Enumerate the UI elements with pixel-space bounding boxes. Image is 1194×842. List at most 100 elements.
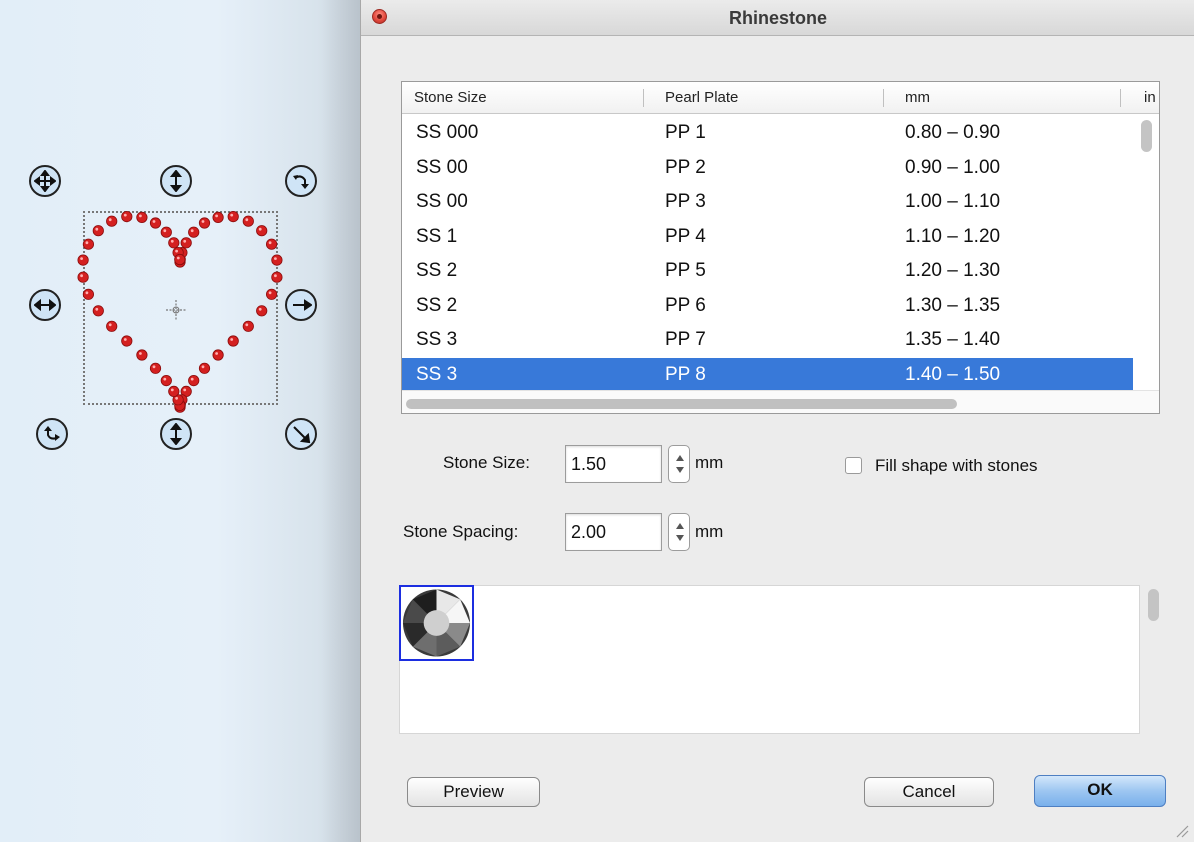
table-horizontal-scrollbar[interactable] xyxy=(406,399,957,409)
rhinestone-dot xyxy=(242,320,254,332)
stepper-up-icon[interactable] xyxy=(676,523,684,529)
rhinestone-dot xyxy=(82,238,94,250)
rhinestone-dot xyxy=(92,305,104,317)
stone-shape-tile-selected[interactable] xyxy=(399,585,474,661)
stretch-bottom-icon[interactable] xyxy=(160,418,192,450)
rhinestone-dialog: Rhinestone Stone Size Pearl Plate mm in … xyxy=(360,0,1194,842)
stone-spacing-label: Stone Spacing: xyxy=(403,522,519,541)
rhinestone-highlight xyxy=(108,218,112,222)
rhinestone-dot xyxy=(77,271,89,283)
rhinestone-dot xyxy=(92,225,104,237)
cell-stone-size: SS 00 xyxy=(416,191,468,212)
rhinestone-dot xyxy=(188,226,200,238)
cell-pearl-plate: PP 2 xyxy=(665,156,706,178)
rhinestone-highlight xyxy=(258,227,262,231)
preview-button[interactable]: Preview xyxy=(407,777,540,807)
rhinestone-highlight xyxy=(183,388,187,392)
stone-size-stepper[interactable] xyxy=(668,445,690,483)
stone-size-table[interactable]: Stone Size Pearl Plate mm in SS 000 PP 1 0… xyxy=(401,81,1160,414)
table-row[interactable]: SS 2 PP 5 1.20 – 1.30 xyxy=(402,254,1133,288)
column-divider[interactable] xyxy=(883,89,884,107)
rhinestone-dot xyxy=(227,211,239,223)
table-vertical-scrollbar[interactable] xyxy=(1141,120,1152,152)
rhinestone-dot xyxy=(160,375,172,387)
column-header-pearl-plate[interactable]: Pearl Plate xyxy=(665,82,738,114)
rotate-bottom-left-icon[interactable] xyxy=(36,418,68,450)
cell-stone-size: SS 3 xyxy=(416,329,458,350)
rhinestone-highlight xyxy=(245,218,249,222)
cell-mm: 1.40 – 1.50 xyxy=(905,363,1001,385)
stepper-down-icon[interactable] xyxy=(676,467,684,473)
cell-mm: 1.30 – 1.35 xyxy=(905,294,1001,316)
stone-spacing-stepper[interactable] xyxy=(668,513,690,551)
rhinestone-dot xyxy=(136,349,148,361)
cancel-button[interactable]: Cancel xyxy=(864,777,994,807)
rhinestone-dot xyxy=(271,271,283,283)
rhinestone-highlight xyxy=(175,396,178,400)
cell-stone-size: SS 1 xyxy=(416,225,458,247)
rhinestone-highlight xyxy=(95,307,99,311)
palette-vertical-scrollbar[interactable] xyxy=(1148,589,1159,621)
cell-stone-size: SS 2 xyxy=(416,260,458,281)
cell-pearl-plate: PP 1 xyxy=(665,122,706,143)
rhinestone-dot xyxy=(271,254,283,266)
table-row[interactable]: SS 3 PP 7 1.35 – 1.40 xyxy=(402,323,1133,357)
scale-diagonal-icon[interactable] xyxy=(285,418,317,450)
faceted-stone-icon xyxy=(402,589,471,657)
stone-size-label: Stone Size: xyxy=(443,453,530,472)
stone-spacing-input[interactable]: 2.00 xyxy=(565,513,662,551)
rhinestone-highlight xyxy=(108,323,112,327)
column-divider[interactable] xyxy=(643,89,644,107)
title-bar: Rhinestone xyxy=(361,0,1194,36)
rhinestone-dot xyxy=(256,225,268,237)
rhinestone-highlight xyxy=(176,256,180,260)
stone-shape-palette[interactable] xyxy=(399,585,1140,734)
cell-mm: 0.90 – 1.00 xyxy=(905,156,1001,178)
table-row[interactable]: SS 00 PP 3 1.00 – 1.10 xyxy=(402,185,1133,219)
resize-grip-icon[interactable] xyxy=(1173,822,1189,838)
stretch-top-icon[interactable] xyxy=(160,165,192,197)
rhinestone-highlight xyxy=(152,365,156,369)
rhinestone-dot xyxy=(149,362,162,374)
rhinestone-highlight xyxy=(175,249,178,253)
rhinestone-highlight xyxy=(215,214,219,218)
rhinestone-dot xyxy=(227,335,239,347)
fill-shape-label[interactable]: Fill shape with stones xyxy=(875,456,1038,476)
table-row[interactable]: SS 2 PP 6 1.30 – 1.35 xyxy=(402,289,1133,323)
cell-pearl-plate: PP 3 xyxy=(665,191,706,212)
table-row[interactable]: SS 3 PP 8 1.40 – 1.50 xyxy=(402,357,1133,392)
table-row[interactable]: SS 00 PP 2 0.90 – 1.00 xyxy=(402,151,1133,185)
stone-size-input[interactable]: 1.50 xyxy=(565,445,662,483)
rhinestone-highlight xyxy=(80,274,83,278)
rhinestone-highlight xyxy=(152,220,156,223)
rhinestone-highlight xyxy=(85,241,89,245)
rhinestone-highlight xyxy=(163,229,167,233)
table-row[interactable]: SS 000 PP 1 0.80 – 0.90 xyxy=(402,116,1133,150)
stone-spacing-unit: mm xyxy=(695,522,724,541)
rhinestone-dot xyxy=(106,320,118,332)
column-divider[interactable] xyxy=(1120,89,1121,107)
stepper-up-icon[interactable] xyxy=(676,455,684,461)
move-handle-icon[interactable] xyxy=(29,165,61,197)
cell-stone-size: SS 000 xyxy=(416,122,479,143)
stretch-left-icon[interactable] xyxy=(29,289,61,321)
column-header-in[interactable]: in xyxy=(1144,82,1156,114)
table-horizontal-scroll-track[interactable] xyxy=(402,390,1159,413)
rhinestone-dot xyxy=(188,375,200,387)
table-row[interactable]: SS 1 PP 4 1.10 – 1.20 xyxy=(402,220,1133,254)
rhinestone-dot xyxy=(180,237,192,249)
rhinestone-highlight xyxy=(258,307,262,311)
fill-shape-checkbox[interactable] xyxy=(845,457,862,474)
cell-stone-size: SS 00 xyxy=(416,156,468,178)
column-header-stone-size[interactable]: Stone Size xyxy=(414,82,487,114)
rotate-top-right-icon[interactable] xyxy=(285,165,317,197)
ok-button[interactable]: OK xyxy=(1034,775,1166,807)
center-crosshair-icon xyxy=(166,300,186,320)
rhinestone-highlight xyxy=(190,229,194,233)
column-header-mm[interactable]: mm xyxy=(905,82,930,114)
rhinestone-dot xyxy=(212,211,224,223)
stone-size-unit: mm xyxy=(695,453,724,472)
rhinestone-highlight xyxy=(274,257,277,260)
stretch-right-icon[interactable] xyxy=(285,289,317,321)
stepper-down-icon[interactable] xyxy=(676,535,684,541)
